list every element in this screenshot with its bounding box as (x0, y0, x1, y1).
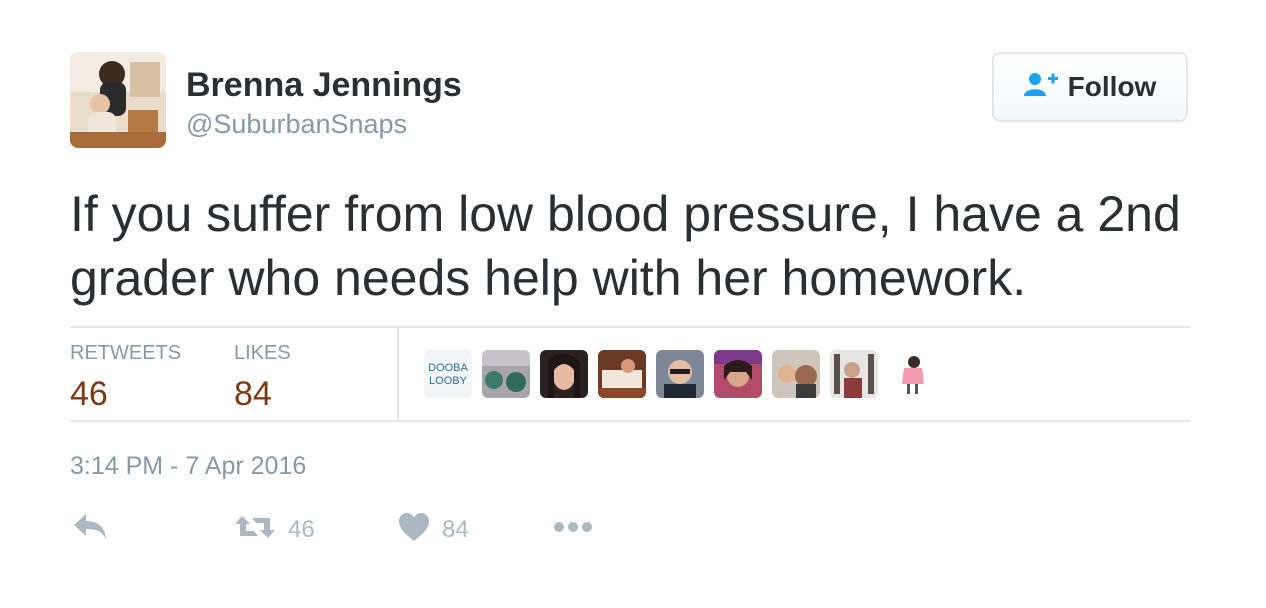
more-icon (553, 512, 593, 547)
user-handle[interactable]: @SuburbanSnaps (186, 109, 407, 140)
like-button[interactable]: 84 (398, 512, 469, 547)
liker-avatar[interactable] (540, 350, 588, 398)
retweet-icon (234, 512, 276, 547)
likes-label: LIKES (234, 342, 291, 364)
liker-logo-line1: DOOBA (428, 362, 468, 374)
reply-button[interactable] (72, 512, 108, 547)
liker-avatar[interactable]: DOOBA LOOBY (424, 350, 472, 398)
liker-avatar[interactable] (830, 350, 878, 398)
liker-avatar[interactable] (598, 350, 646, 398)
retweets-stat[interactable]: RETWEETS 46 (70, 342, 181, 414)
stats-vertical-divider (397, 328, 399, 420)
retweet-button[interactable]: 46 (234, 512, 315, 547)
user-avatar[interactable] (70, 52, 166, 148)
liker-logo-line2: LOOBY (429, 375, 468, 387)
more-button[interactable] (553, 512, 593, 547)
follow-button-label: Follow (1067, 71, 1157, 102)
stats-bottom-divider (70, 420, 1190, 422)
liker-avatar[interactable] (772, 350, 820, 398)
user-name[interactable]: Brenna Jennings (186, 66, 462, 105)
liker-avatar[interactable] (888, 350, 936, 398)
retweets-value: 46 (70, 375, 108, 413)
likes-stat[interactable]: LIKES 84 (234, 342, 291, 414)
retweets-label: RETWEETS (70, 342, 182, 364)
heart-icon (398, 512, 430, 547)
follow-button[interactable]: Follow (992, 52, 1188, 122)
tweet-text: If you suffer from low blood pressure, I… (70, 186, 1181, 306)
retweet-count: 46 (288, 515, 315, 543)
tweet-timestamp[interactable]: 3:14 PM - 7 Apr 2016 (70, 452, 306, 481)
like-count: 84 (442, 515, 469, 543)
reply-icon (72, 512, 108, 547)
avatar-photo (70, 52, 166, 148)
stats-top-divider (70, 326, 1190, 328)
liker-avatar[interactable] (714, 350, 762, 398)
liker-avatar[interactable] (656, 350, 704, 398)
liker-avatar[interactable] (482, 350, 530, 398)
likes-value: 84 (234, 375, 272, 413)
add-user-icon (1023, 72, 1058, 103)
